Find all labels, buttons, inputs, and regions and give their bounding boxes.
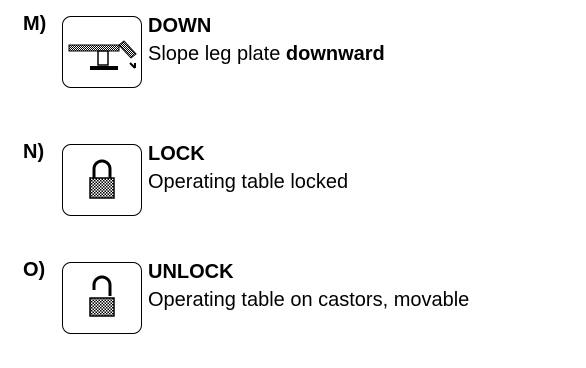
item-description: Operating table on castors, movable bbox=[148, 289, 470, 311]
padlock-open-icon bbox=[89, 275, 115, 317]
item-title: UNLOCK bbox=[148, 261, 234, 283]
item-description: Slope leg plate downward bbox=[148, 42, 385, 66]
item-title: DOWN bbox=[148, 15, 212, 37]
description-text: Slope leg plate bbox=[148, 43, 286, 65]
item-description: Operating table locked bbox=[148, 171, 349, 193]
unlock-button[interactable] bbox=[62, 262, 142, 334]
control-item-down: M) DOWN Slope leg plate downward bbox=[0, 12, 586, 122]
lock-button[interactable] bbox=[62, 144, 142, 216]
down-button[interactable] bbox=[62, 16, 142, 88]
item-letter: O) bbox=[23, 259, 46, 281]
control-item-unlock: O) UNLOCK Operating table on castors, mo… bbox=[0, 258, 586, 368]
padlock-closed-icon bbox=[89, 159, 115, 199]
item-title: LOCK bbox=[148, 143, 205, 165]
item-letter: M) bbox=[23, 13, 47, 35]
control-item-lock: N) LOCK Operating table locked bbox=[0, 140, 586, 250]
item-letter: N) bbox=[23, 141, 45, 163]
slope-leg-plate-down-icon bbox=[68, 40, 137, 70]
description-emphasis: downward bbox=[285, 43, 385, 65]
